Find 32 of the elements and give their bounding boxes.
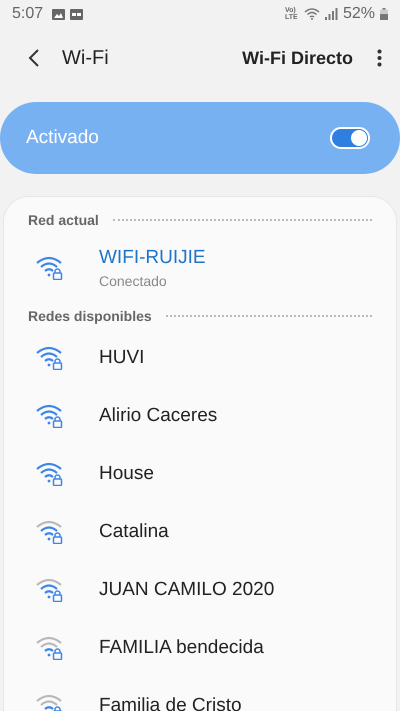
network-name[interactable]: FAMILIA bendecida — [99, 637, 264, 659]
toggle-switch[interactable] — [330, 127, 370, 149]
wifi-lock-icon — [36, 404, 64, 428]
wifi-lock-icon — [36, 462, 64, 486]
back-icon[interactable] — [28, 49, 40, 67]
network-name[interactable]: Alirio Caceres — [99, 405, 218, 427]
signal-icon — [324, 8, 338, 20]
section-header: Red actual — [28, 212, 99, 228]
network-name[interactable]: House — [99, 463, 154, 485]
image-icon — [52, 8, 66, 20]
switch-label: Activado — [26, 127, 99, 149]
network-name[interactable]: Catalina — [99, 521, 169, 543]
wifi-lock-icon — [36, 346, 64, 370]
section-header: Redes disponibles — [28, 308, 152, 324]
wifi-direct-link[interactable]: Wi-Fi Directo — [242, 48, 353, 68]
battery-icon — [380, 8, 388, 20]
wifi-lock-icon — [36, 520, 64, 544]
wifi-lock-icon — [36, 694, 64, 711]
status-time: 5:07 — [12, 5, 44, 23]
wifi-icon — [304, 8, 320, 20]
wifi-lock-icon — [36, 578, 64, 602]
page-title: Wi-Fi — [62, 46, 109, 70]
network-name[interactable]: WIFI-RUIJIE — [99, 247, 206, 269]
network-name[interactable]: JUAN CAMILO 2020 — [99, 579, 274, 601]
notification-icon — [70, 8, 84, 20]
wifi-lock-icon — [36, 636, 64, 660]
battery-percentage: 52% — [342, 5, 375, 23]
network-name[interactable]: HUVI — [99, 347, 144, 369]
more-options-icon[interactable] — [377, 49, 382, 67]
connection-status: Conectado — [99, 273, 168, 289]
network-name[interactable]: Familia de Cristo — [99, 695, 242, 711]
wifi-lock-icon — [36, 256, 64, 280]
